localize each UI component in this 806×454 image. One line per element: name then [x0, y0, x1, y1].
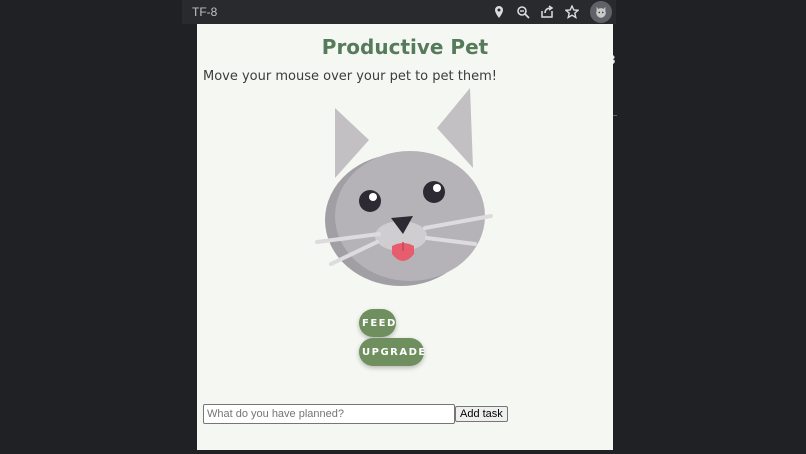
page-title: Productive Pet	[321, 35, 489, 59]
extension-popup: Productive Pet Move your mouse over your…	[197, 24, 613, 450]
background-divider	[613, 115, 617, 116]
right-ear	[437, 88, 473, 168]
bookmark-star-icon[interactable]	[563, 3, 581, 21]
upgrade-button[interactable]: UPGRADE	[359, 338, 425, 366]
url-text[interactable]: TF-8	[192, 5, 217, 19]
cat-extension-icon[interactable]	[590, 1, 612, 23]
right-eye	[423, 181, 445, 203]
share-icon[interactable]	[538, 3, 556, 21]
left-eye-highlight	[369, 193, 377, 201]
add-task-button[interactable]: Add task	[455, 406, 508, 422]
feed-button[interactable]: FEED	[359, 309, 396, 337]
task-input[interactable]	[203, 404, 455, 424]
location-pin-icon[interactable]	[490, 3, 508, 21]
zoom-out-icon[interactable]	[514, 3, 532, 21]
left-eye	[359, 190, 381, 212]
pet-instructions: Move your mouse over your pet to pet the…	[203, 69, 497, 84]
right-eye-highlight	[433, 184, 441, 192]
head	[335, 151, 485, 281]
cat-face-icon[interactable]	[315, 88, 495, 288]
browser-toolbar: TF-8	[182, 0, 616, 24]
